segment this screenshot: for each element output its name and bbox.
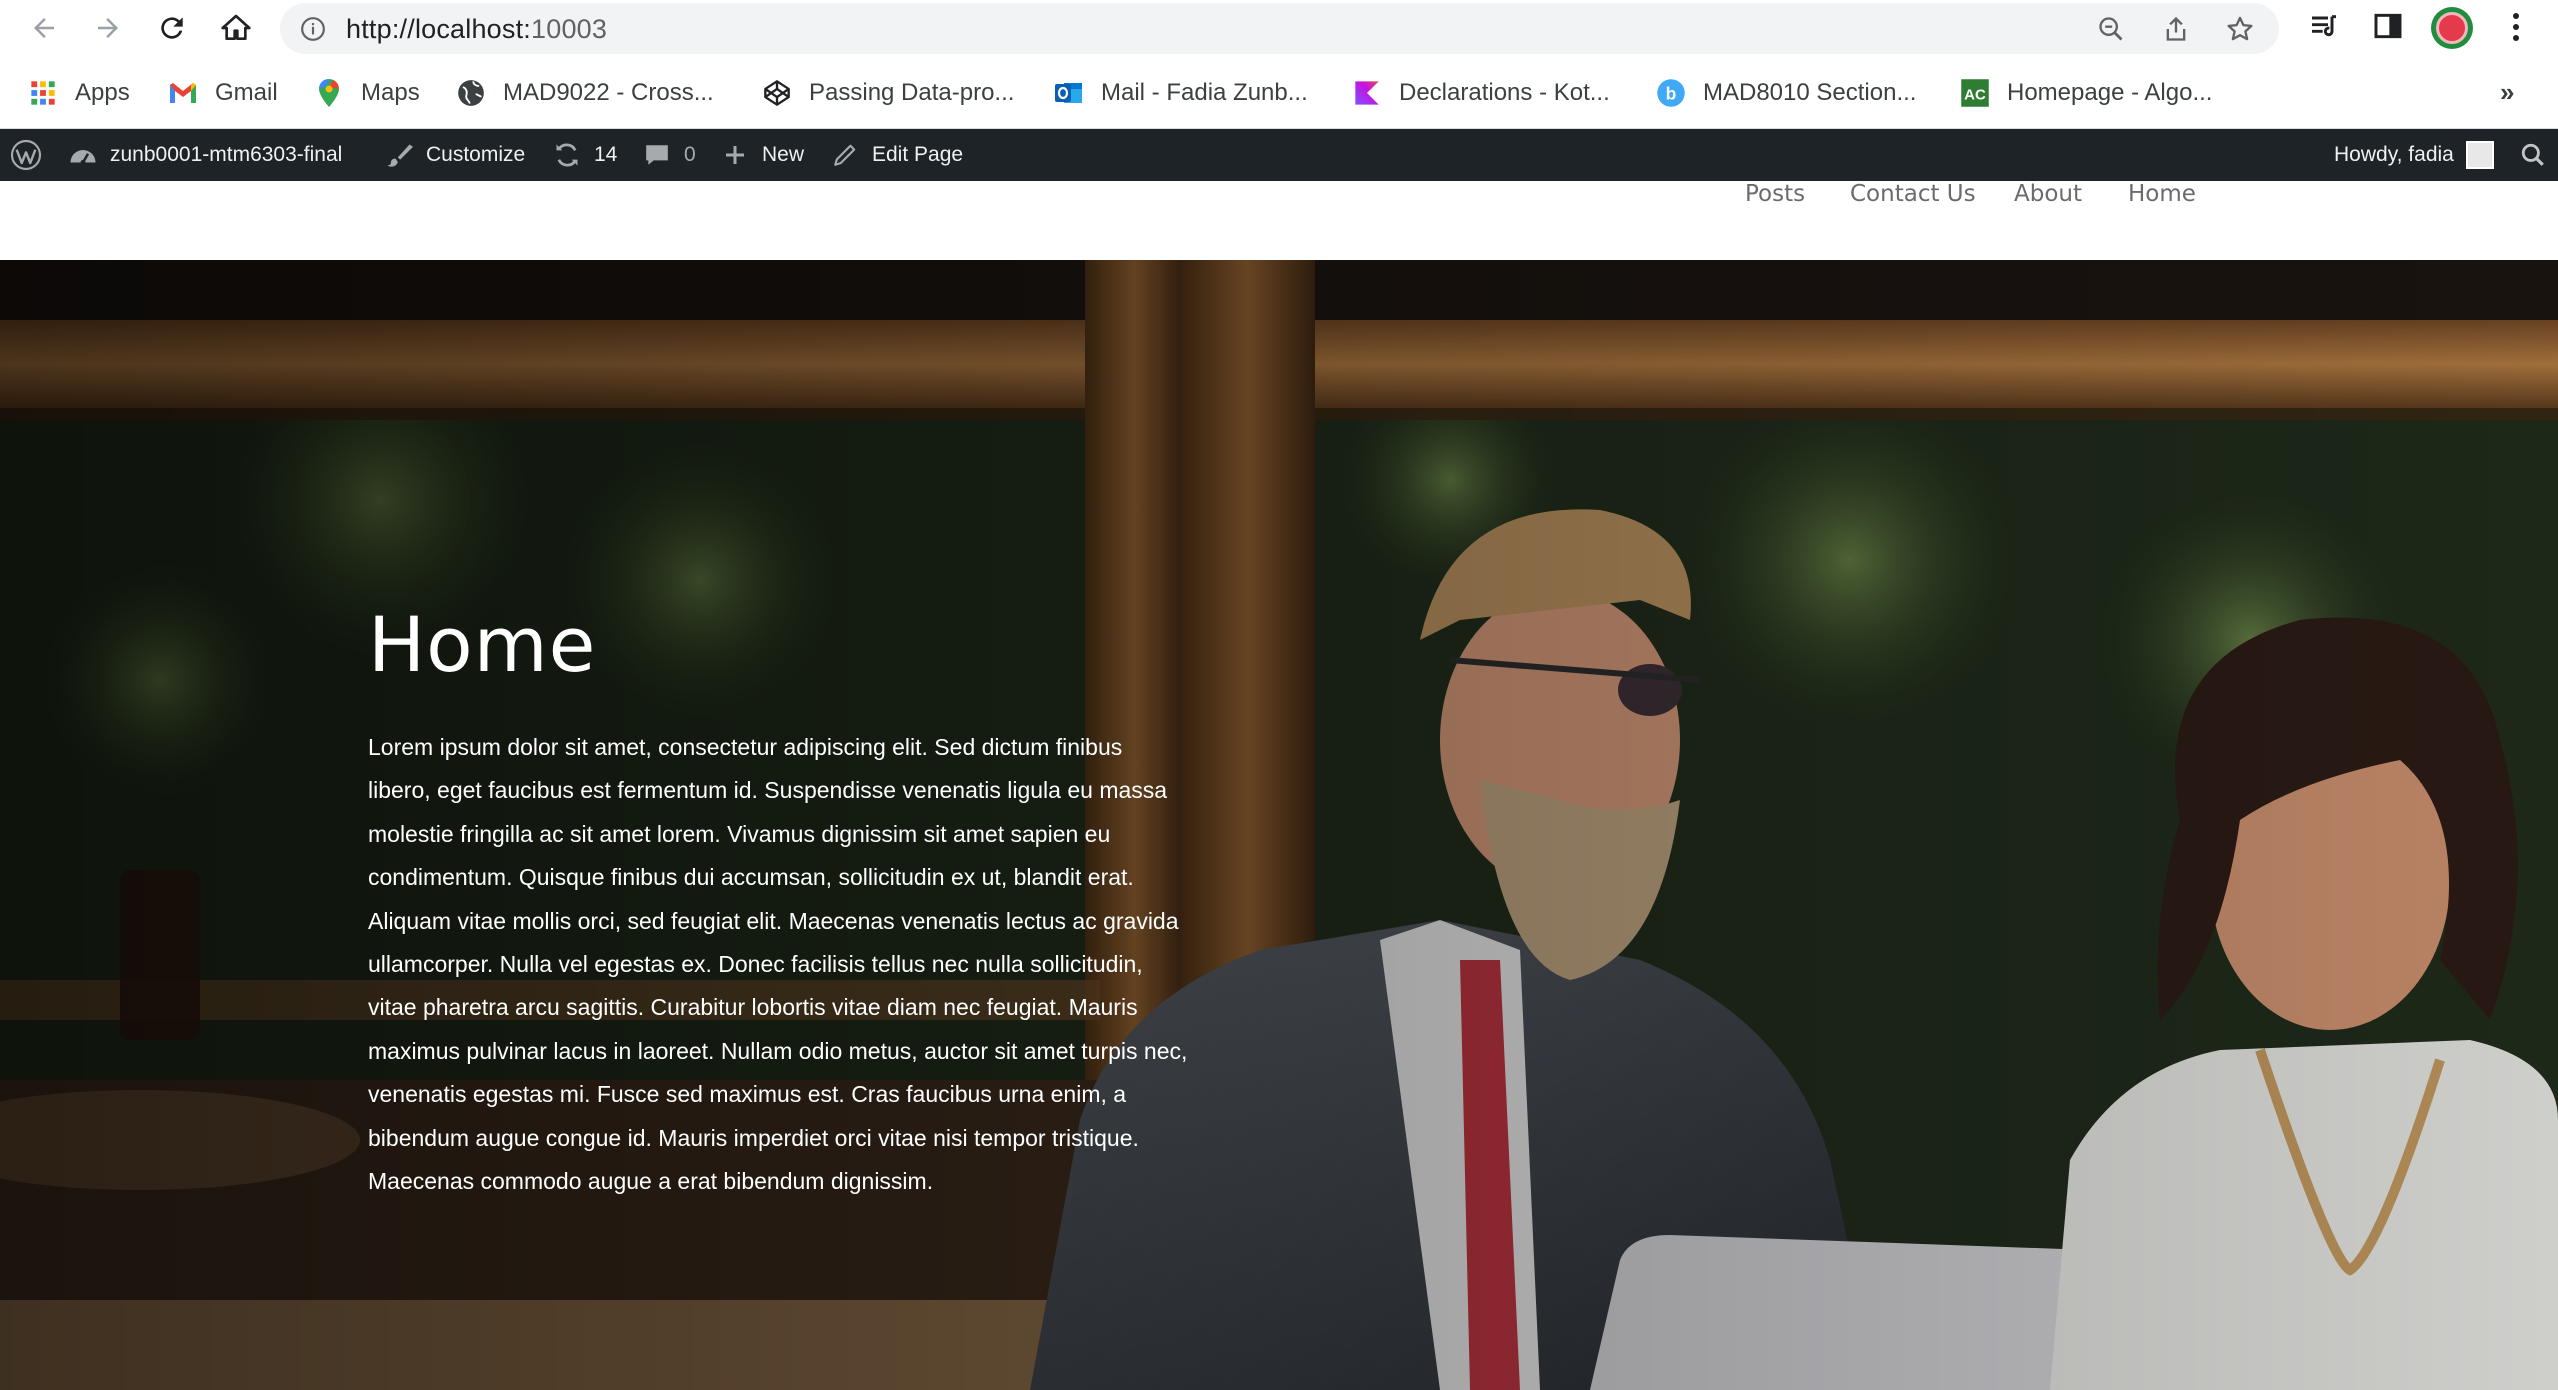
bookmark-label: Maps <box>361 79 420 106</box>
updates-count: 14 <box>594 143 618 166</box>
body-line: libero, eget faucibus est fermentum id. … <box>368 777 1168 804</box>
bookmark-label: MAD8010 Section... <box>1703 79 1917 106</box>
bookmark-apps[interactable]: Apps <box>28 73 130 113</box>
updates-link[interactable]: 14 <box>552 129 617 181</box>
body-line: Aliquam vitae mollis orci, sed feugiat e… <box>368 907 1179 934</box>
globe-icon <box>456 78 486 108</box>
comments-count: 0 <box>684 143 696 166</box>
comments-link[interactable]: 0 <box>642 129 696 181</box>
kebab-menu-icon[interactable] <box>2504 10 2528 44</box>
site-header: Posts Contact Us About Home <box>0 181 2558 260</box>
body-line: ullamcorper. Nulla vel egestas ex. Donec… <box>368 951 1143 978</box>
bookmark-mad8010[interactable]: b MAD8010 Section... <box>1656 73 1916 113</box>
ac-icon: AC <box>1960 78 1990 108</box>
forward-icon[interactable] <box>88 8 128 48</box>
side-panel-icon[interactable] <box>2372 10 2404 42</box>
nav-contact-us[interactable]: Contact Us <box>1850 181 1976 207</box>
body-line: vitae pharetra arcu sagittis. Curabitur … <box>368 994 1138 1021</box>
bookmark-label: Apps <box>75 79 130 106</box>
howdy-label: Howdy, fadia <box>2334 143 2454 166</box>
share-icon[interactable] <box>2162 15 2190 43</box>
gmail-icon <box>168 78 198 108</box>
body-line: condimentum. Quisque finibus dui accumsa… <box>368 864 1134 891</box>
customize-label: Customize <box>426 143 526 166</box>
hero-body-text: Lorem ipsum dolor sit amet, consectetur … <box>368 726 1268 1203</box>
site-name-menu[interactable]: zunb0001-mtm6303-final <box>68 129 342 181</box>
nav-posts[interactable]: Posts <box>1745 181 1805 207</box>
svg-text:b: b <box>1666 83 1677 103</box>
bookmark-label: MAD9022 - Cross... <box>503 79 714 106</box>
body-line: venenatis egestas mi. Fusce sed maximus … <box>368 1081 1127 1108</box>
pencil-icon <box>830 140 860 170</box>
my-account-menu[interactable]: Howdy, fadia <box>2334 129 2494 181</box>
bookmark-declarations[interactable]: Declarations - Kot... <box>1352 73 1610 113</box>
updates-refresh-icon <box>552 140 582 170</box>
info-icon[interactable] <box>300 16 326 42</box>
wp-admin-bar: zunb0001-mtm6303-final Customize 14 0 Ne… <box>0 129 2558 181</box>
bookmarks-bar: Apps Gmail Maps MAD9022 - Cross... Passi… <box>0 57 2558 129</box>
bookmark-label: Declarations - Kot... <box>1399 79 1610 106</box>
bookmark-maps[interactable]: Maps <box>314 73 420 113</box>
hero-section: Home Lorem ipsum dolor sit amet, consect… <box>0 260 2558 1390</box>
edit-page-link[interactable]: Edit Page <box>830 129 963 181</box>
bookmark-homepage-algo[interactable]: AC Homepage - Algo... <box>1960 73 2212 113</box>
dashboard-gauge-icon <box>68 140 98 170</box>
new-label: New <box>762 143 805 166</box>
bookmark-label: Passing Data-pro... <box>809 79 1015 106</box>
apps-grid-icon <box>28 78 58 108</box>
bookmark-mail[interactable]: Mail - Fadia Zunb... <box>1054 73 1308 113</box>
bookmark-mad9022[interactable]: MAD9022 - Cross... <box>456 73 714 113</box>
bookmark-passing-data[interactable]: Passing Data-pro... <box>762 73 1014 113</box>
bookmark-label: Mail - Fadia Zunb... <box>1101 79 1308 106</box>
paintbrush-icon <box>384 140 414 170</box>
address-bar[interactable]: http://localhost:10003 <box>280 3 2279 54</box>
wordpress-logo-icon[interactable] <box>10 129 42 181</box>
url-text[interactable]: http://localhost:10003 <box>346 14 607 45</box>
browser-toolbar: http://localhost:10003 <box>0 0 2558 57</box>
star-icon[interactable] <box>2226 15 2254 43</box>
bookmarks-more-button[interactable]: » <box>2500 77 2514 108</box>
nav-home[interactable]: Home <box>2128 181 2196 207</box>
body-line: Maecenas commodo augue a erat bibendum d… <box>368 1168 934 1195</box>
codepen-icon <box>762 78 792 108</box>
body-line: Lorem ipsum dolor sit amet, consectetur … <box>368 734 1123 760</box>
body-line: maximus pulvinar lacus in laoreet. Nulla… <box>368 1037 1188 1064</box>
body-line: molestie fringilla ac sit amet lorem. Vi… <box>368 820 1111 847</box>
user-avatar <box>2465 141 2494 169</box>
site-name: zunb0001-mtm6303-final <box>110 143 343 166</box>
comment-bubble-icon <box>642 140 672 170</box>
body-line: bibendum augue congue id. Mauris imperdi… <box>368 1124 1139 1151</box>
nav-about[interactable]: About <box>2014 181 2082 207</box>
page-title: Home <box>368 600 597 689</box>
edit-page-label: Edit Page <box>872 143 964 166</box>
kotlin-icon <box>1352 78 1382 108</box>
bookmark-label: Homepage - Algo... <box>2007 79 2213 106</box>
url-host: http://localhost: <box>346 14 532 44</box>
reload-icon[interactable] <box>152 8 192 48</box>
search-icon[interactable] <box>2520 129 2546 181</box>
zoom-icon[interactable] <box>2097 15 2125 43</box>
b-icon: b <box>1656 78 1686 108</box>
reading-list-icon[interactable] <box>2308 10 2340 42</box>
back-icon[interactable] <box>24 8 64 48</box>
new-content-link[interactable]: New <box>720 129 804 181</box>
svg-text:AC: AC <box>1964 86 1986 103</box>
home-icon[interactable] <box>216 8 256 48</box>
customize-link[interactable]: Customize <box>384 129 525 181</box>
outlook-icon <box>1054 78 1084 108</box>
bookmark-gmail[interactable]: Gmail <box>168 73 278 113</box>
profile-avatar[interactable] <box>2431 7 2473 49</box>
url-port: 10003 <box>531 14 608 44</box>
maps-pin-icon <box>314 78 344 108</box>
bookmark-label: Gmail <box>215 79 278 106</box>
plus-icon <box>720 140 750 170</box>
